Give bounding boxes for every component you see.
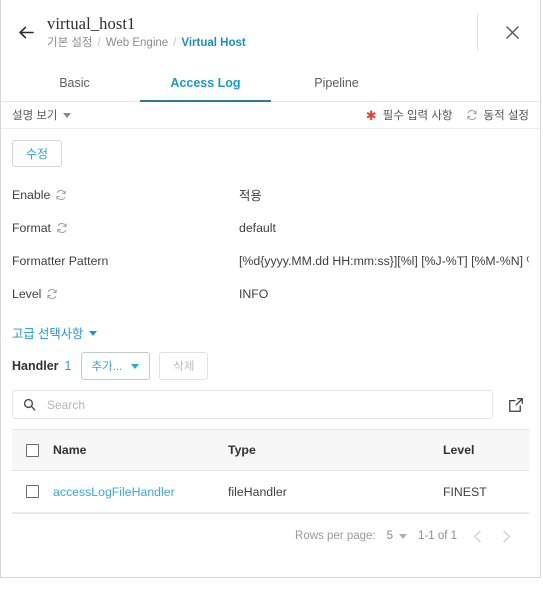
- property-label-text: Level: [12, 286, 42, 301]
- select-all-cell: [12, 443, 53, 457]
- column-header-level[interactable]: Level: [443, 443, 529, 457]
- dynamic-legend-label: 동적 설정: [483, 110, 529, 122]
- close-icon[interactable]: [492, 12, 532, 52]
- property-row-enable: Enable 적용: [12, 178, 529, 211]
- handler-toolbar: Handler 1 추가... 삭제: [12, 346, 529, 386]
- table-row[interactable]: accessLogFileHandler fileHandler FINEST: [12, 471, 529, 513]
- handler-table: Name Type Level accessLogFileHandler fil…: [12, 429, 529, 514]
- handler-label: Handler: [12, 359, 59, 373]
- property-label-text: Enable: [12, 187, 51, 202]
- search-box[interactable]: [12, 390, 493, 419]
- breadcrumb-item-2[interactable]: Virtual Host: [181, 36, 245, 50]
- handler-level-cell: FINEST: [443, 484, 487, 499]
- property-label: Format: [12, 221, 239, 235]
- tab-basic-label: Basic: [59, 76, 90, 90]
- add-handler-button[interactable]: 추가...: [80, 352, 151, 380]
- panel-content: 수정 Enable 적용 Format default Formatter Pa…: [1, 129, 540, 558]
- rows-per-page-label: Rows per page:: [295, 530, 376, 542]
- pagination: Rows per page: 5 1-1 of 1: [12, 514, 529, 558]
- arrow-left-icon[interactable]: [11, 17, 41, 47]
- handler-type-cell: fileHandler: [228, 484, 287, 499]
- dynamic-settings-icon: [46, 288, 58, 300]
- virtual-host-panel: virtual_host1 기본 설정 / Web Engine / Virtu…: [0, 0, 541, 578]
- tab-bar: Basic Access Log Pipeline: [1, 64, 540, 102]
- handler-name-link[interactable]: accessLogFileHandler: [53, 485, 228, 499]
- breadcrumb-separator: /: [97, 37, 101, 49]
- property-value: INFO: [239, 286, 269, 301]
- table-header-row: Name Type Level: [12, 430, 529, 471]
- add-handler-label: 추가...: [91, 361, 123, 373]
- column-header-type[interactable]: Type: [228, 443, 443, 457]
- property-row-format: Format default: [12, 211, 529, 244]
- breadcrumb-item-0[interactable]: 기본 설정: [47, 36, 93, 50]
- chevron-down-icon: [89, 330, 98, 336]
- panel-header: virtual_host1 기본 설정 / Web Engine / Virtu…: [1, 0, 540, 64]
- dynamic-settings-icon: [56, 222, 68, 234]
- search-input[interactable]: [45, 396, 482, 413]
- chevron-down-icon: [399, 533, 407, 539]
- tab-basic[interactable]: Basic: [9, 64, 140, 102]
- property-label: Level: [12, 287, 239, 301]
- edit-row: 수정: [12, 129, 529, 178]
- chevron-right-icon[interactable]: [497, 525, 515, 547]
- delete-handler-label: 삭제: [173, 361, 195, 373]
- advanced-options-toggle[interactable]: 고급 선택사항: [12, 324, 98, 342]
- description-toggle[interactable]: 설명 보기: [12, 107, 71, 123]
- dynamic-settings-icon: [466, 109, 478, 121]
- property-label: Formatter Pattern: [12, 254, 239, 268]
- breadcrumb-item-1[interactable]: Web Engine: [106, 36, 168, 50]
- required-legend-label: 필수 입력 사항: [382, 110, 453, 122]
- rows-per-page-value: 5: [386, 530, 393, 542]
- advanced-options-label: 고급 선택사항: [12, 327, 84, 341]
- dynamic-settings-icon: [55, 189, 67, 201]
- property-value: 적용: [239, 188, 262, 203]
- property-label-text: Formatter Pattern: [12, 253, 109, 268]
- header-divider: [477, 14, 478, 50]
- property-label-text: Format: [12, 220, 51, 235]
- page-title: virtual_host1: [47, 14, 136, 33]
- meta-bar: 설명 보기 ✱ 필수 입력 사항 동적 설정: [1, 102, 540, 129]
- column-header-name[interactable]: Name: [53, 443, 228, 457]
- chevron-down-icon: [62, 112, 71, 118]
- external-link-icon[interactable]: [505, 394, 527, 416]
- tab-pipeline-label: Pipeline: [314, 76, 359, 90]
- row-select-cell: [12, 485, 53, 498]
- search-row: [12, 390, 529, 419]
- rows-per-page-select[interactable]: 5: [387, 530, 407, 542]
- breadcrumb: 기본 설정 / Web Engine / Virtual Host: [47, 36, 477, 50]
- chevron-down-icon: [131, 363, 140, 369]
- select-all-checkbox[interactable]: [26, 443, 39, 457]
- header-right: [477, 0, 540, 64]
- edit-button-label: 수정: [25, 147, 49, 161]
- title-block: virtual_host1 기본 설정 / Web Engine / Virtu…: [47, 14, 477, 50]
- tab-access-log[interactable]: Access Log: [140, 64, 271, 102]
- search-icon: [23, 398, 36, 411]
- chevron-left-icon[interactable]: [468, 525, 486, 547]
- property-value: default: [239, 220, 276, 235]
- delete-handler-button[interactable]: 삭제: [159, 352, 209, 380]
- row-checkbox[interactable]: [26, 485, 39, 498]
- property-value: [%d{yyyy.MM.dd HH:mm:ss}][%l] [%J-%T] [%…: [239, 253, 529, 268]
- property-row-level: Level INFO: [12, 277, 529, 310]
- legend: ✱ 필수 입력 사항 동적 설정: [366, 107, 529, 123]
- property-label: Enable: [12, 188, 239, 202]
- edit-button[interactable]: 수정: [12, 140, 62, 167]
- tab-pipeline[interactable]: Pipeline: [271, 64, 402, 102]
- description-toggle-label: 설명 보기: [12, 110, 58, 122]
- handler-count: 1: [64, 359, 72, 373]
- required-asterisk-icon: ✱: [365, 107, 377, 123]
- pagination-range: 1-1 of 1: [418, 530, 457, 542]
- property-row-formatter-pattern: Formatter Pattern [%d{yyyy.MM.dd HH:mm:s…: [12, 244, 529, 277]
- tab-access-log-label: Access Log: [170, 76, 241, 90]
- breadcrumb-separator: /: [173, 37, 177, 49]
